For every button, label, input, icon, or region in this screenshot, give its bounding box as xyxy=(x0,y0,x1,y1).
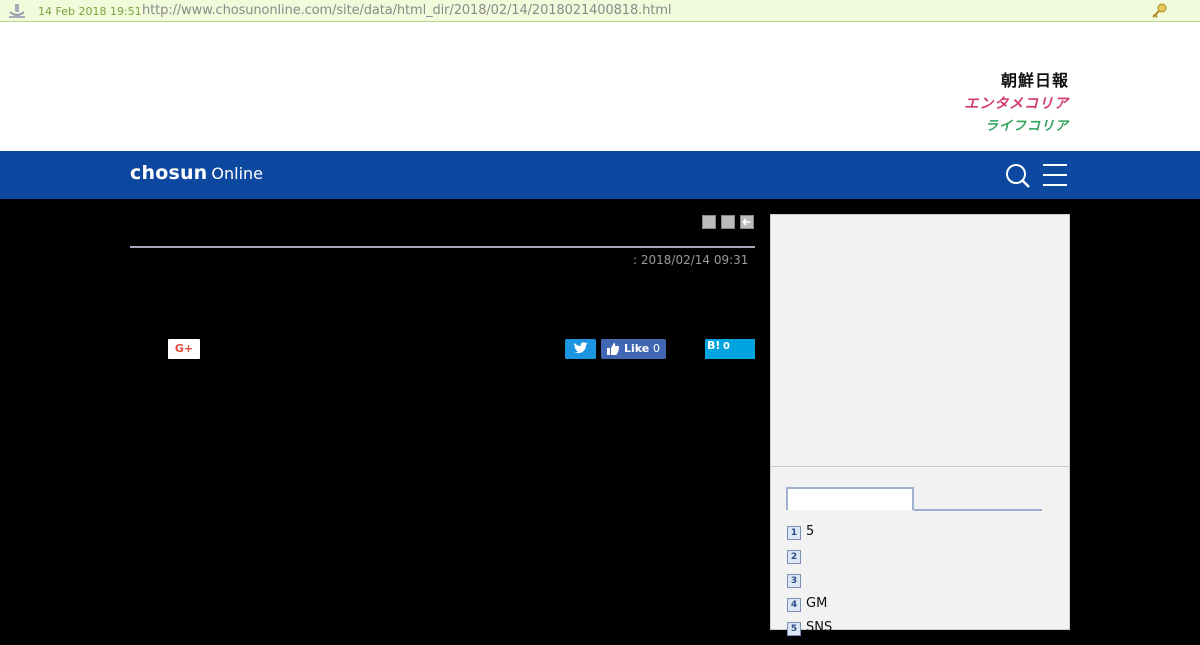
back-icon[interactable] xyxy=(740,215,754,229)
rank-number: 1 xyxy=(787,526,801,540)
hatena-bookmark-button[interactable]: B! 0 xyxy=(705,339,755,359)
logo-sub: Online xyxy=(211,164,264,183)
facebook-like-button[interactable]: Like 0 xyxy=(601,339,666,359)
archive-toolbar: 14 Feb 2018 19:51 http://www.chosunonlin… xyxy=(0,0,1200,22)
logo-main: chosun xyxy=(130,162,208,184)
rank-number: 5 xyxy=(787,622,801,636)
ranking-tab-active[interactable] xyxy=(786,487,914,510)
mail-icon[interactable] xyxy=(721,215,735,229)
print-icon[interactable] xyxy=(702,215,716,229)
archive-date: 14 Feb 2018 19:51 xyxy=(38,5,142,18)
rank-number: 4 xyxy=(787,598,801,612)
article-divider xyxy=(130,246,755,248)
facebook-like-count: 0 xyxy=(653,342,660,355)
site-header: 朝鮮日報 エンタメコリア ライフコリア xyxy=(0,22,1200,151)
wayback-icon[interactable] xyxy=(8,3,26,19)
sidebar-ad-slot xyxy=(771,215,1069,467)
rank-number: 2 xyxy=(787,550,801,564)
rank-number: 3 xyxy=(787,574,801,588)
rank-title[interactable]: SNS xyxy=(806,620,832,635)
ranking-tab-inactive[interactable] xyxy=(914,509,1042,511)
brand-link-entame[interactable]: エンタメコリア xyxy=(964,93,1069,113)
tweet-button[interactable] xyxy=(565,339,596,359)
rank-title[interactable]: 5 xyxy=(806,524,814,539)
hatena-count: 0 xyxy=(723,341,730,352)
brand-link-chosun[interactable]: 朝鮮日報 xyxy=(1001,67,1069,91)
hatena-label: B! xyxy=(707,339,721,352)
article-date: : 2018/02/14 09:31 xyxy=(633,253,749,267)
facebook-like-label: Like xyxy=(624,342,650,355)
rank-title[interactable]: GM xyxy=(806,596,827,611)
search-icon[interactable] xyxy=(1005,163,1031,189)
twitter-icon xyxy=(574,342,588,354)
menu-icon[interactable] xyxy=(1042,163,1068,187)
site-logo[interactable]: chosun Online xyxy=(130,162,263,184)
google-plus-button[interactable]: G+ xyxy=(168,339,200,359)
sidebar: 1 5 2 3 4 GM 5 SNS xyxy=(770,214,1070,636)
nav-bar: chosun Online xyxy=(0,151,1200,199)
key-icon[interactable] xyxy=(1150,3,1168,20)
archive-url[interactable]: http://www.chosunonline.com/site/data/ht… xyxy=(142,3,671,18)
brand-link-life[interactable]: ライフコリア xyxy=(985,115,1069,134)
thumbs-up-icon xyxy=(607,343,620,355)
